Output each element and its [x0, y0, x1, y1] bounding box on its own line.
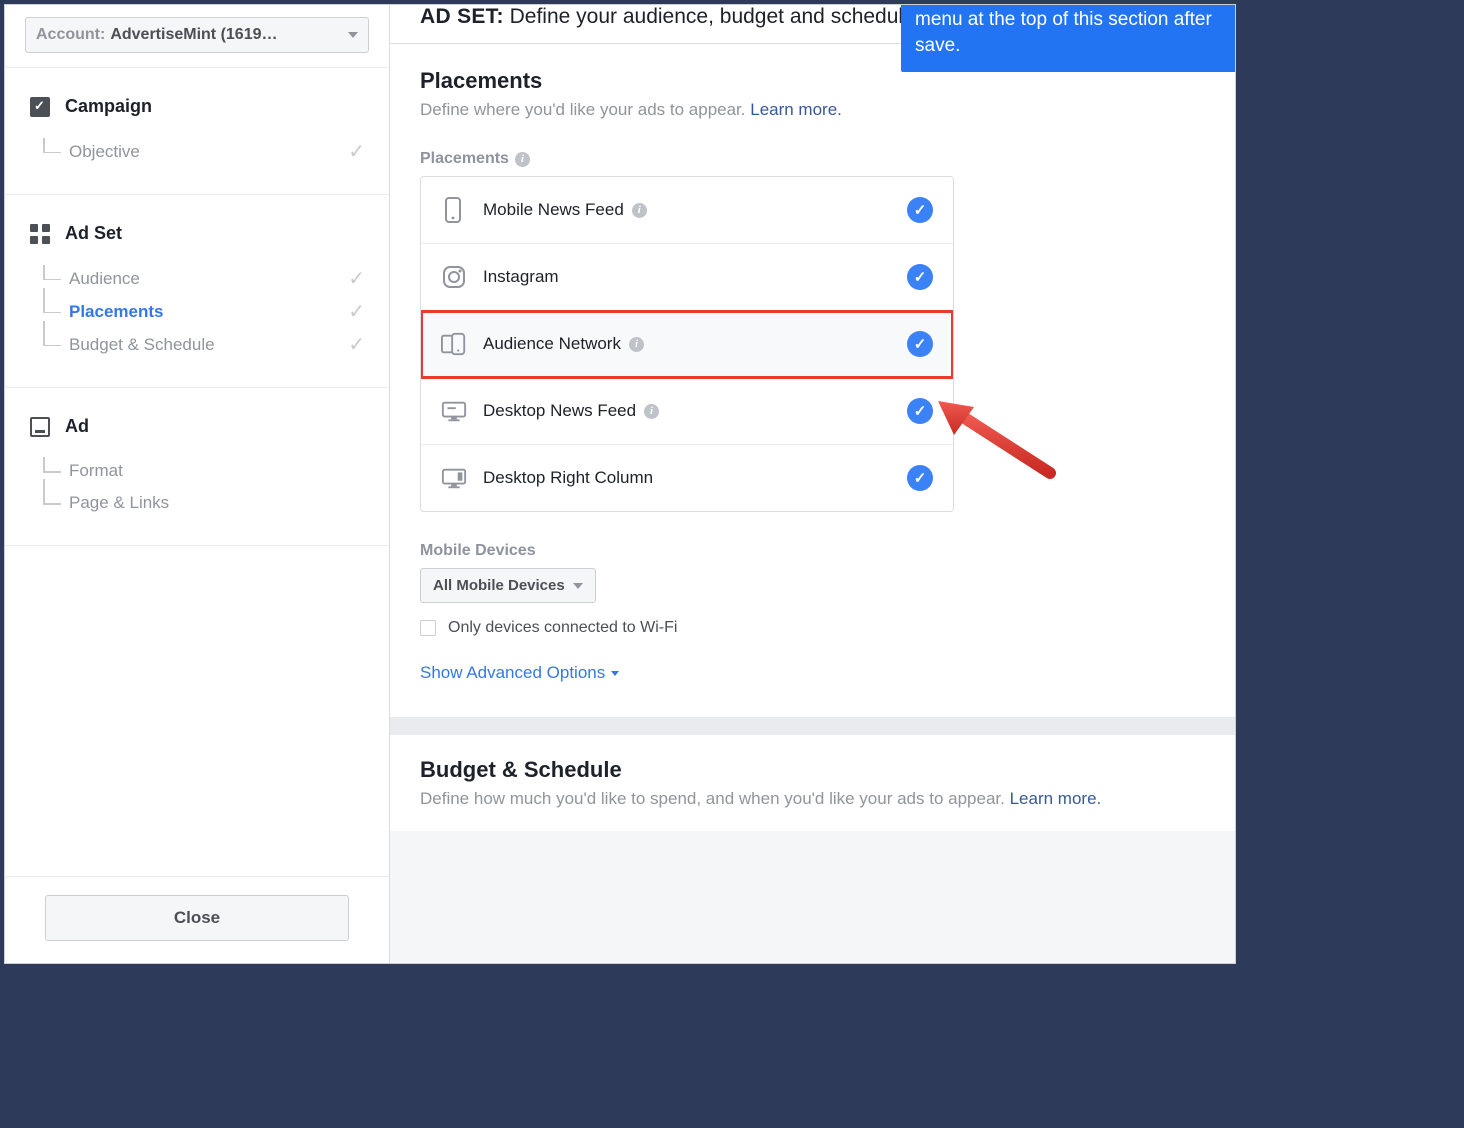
nav-item-audience[interactable]: Audience ✓	[29, 262, 365, 295]
nav-section-campaign: Campaign Objective ✓	[5, 68, 389, 195]
show-advanced-link[interactable]: Show Advanced Options	[420, 663, 619, 683]
mobile-devices-label: Mobile Devices	[420, 542, 1205, 560]
learn-more-link[interactable]: Learn more.	[750, 100, 842, 119]
placement-toggle[interactable]: ✓	[907, 398, 933, 424]
placement-row-audience-network[interactable]: Audience Networki ✓	[421, 311, 953, 378]
account-selector[interactable]: Account: AdvertiseMint (1619…	[25, 17, 369, 53]
adset-icon	[30, 224, 50, 244]
learn-more-link[interactable]: Learn more.	[1010, 789, 1102, 808]
instagram-icon	[441, 264, 467, 290]
hint-tooltip: menu at the top of this section after sa…	[901, 4, 1236, 72]
check-icon: ✓	[343, 266, 365, 291]
mobile-devices-dropdown[interactable]: All Mobile Devices	[420, 568, 596, 603]
nav-item-budget-schedule[interactable]: Budget & Schedule ✓	[29, 328, 365, 361]
nav-item-placements[interactable]: Placements ✓	[29, 295, 365, 328]
info-icon[interactable]: i	[632, 203, 647, 218]
nav-title-adset[interactable]: Ad Set	[29, 223, 365, 244]
account-value: AdvertiseMint (1619…	[110, 26, 277, 44]
placement-row-mobile-news-feed[interactable]: Mobile News Feedi ✓	[421, 177, 953, 244]
close-button[interactable]: Close	[45, 895, 349, 941]
info-icon[interactable]: i	[515, 152, 530, 167]
placement-row-desktop-right-column[interactable]: Desktop Right Column ✓	[421, 445, 953, 511]
check-icon: ✓	[343, 332, 365, 357]
nav-title-ad[interactable]: Ad	[29, 416, 365, 437]
chevron-down-icon	[573, 583, 583, 589]
placement-row-instagram[interactable]: Instagram ✓	[421, 244, 953, 311]
nav-item-objective[interactable]: Objective ✓	[29, 135, 365, 168]
campaign-icon	[30, 97, 50, 117]
ad-icon	[30, 417, 50, 437]
desktop-column-icon	[441, 465, 467, 491]
check-icon: ✓	[343, 299, 365, 324]
nav-item-format[interactable]: Format	[29, 455, 365, 487]
section-sub-budget: Define how much you'd like to spend, and…	[420, 789, 1205, 809]
placement-list: Mobile News Feedi ✓ Instagram ✓	[420, 176, 954, 512]
placement-toggle[interactable]: ✓	[907, 264, 933, 290]
account-label: Account:	[36, 26, 105, 44]
wifi-label: Only devices connected to Wi-Fi	[448, 619, 677, 637]
devices-icon	[441, 331, 467, 357]
placements-label: Placements i	[420, 150, 1205, 168]
desktop-icon	[441, 398, 467, 424]
section-sub-placements: Define where you'd like your ads to appe…	[420, 100, 1205, 120]
mobile-icon	[441, 197, 467, 223]
main-content: AD SET: Define your audience, budget and…	[390, 5, 1235, 963]
placement-toggle[interactable]: ✓	[907, 197, 933, 223]
section-title-budget: Budget & Schedule	[420, 757, 1205, 783]
nav-section-adset: Ad Set Audience ✓ Placements ✓ Budget & …	[5, 195, 389, 388]
chevron-down-icon	[611, 671, 619, 676]
sidebar: Account: AdvertiseMint (1619… Campaign O…	[5, 5, 390, 963]
nav-section-ad: Ad Format Page & Links	[5, 388, 389, 546]
placement-toggle[interactable]: ✓	[907, 331, 933, 357]
check-icon: ✓	[343, 139, 365, 164]
placement-toggle[interactable]: ✓	[907, 465, 933, 491]
chevron-down-icon	[348, 32, 358, 38]
nav-title-campaign[interactable]: Campaign	[29, 96, 365, 117]
info-icon[interactable]: i	[629, 337, 644, 352]
nav-item-page-links[interactable]: Page & Links	[29, 487, 365, 519]
info-icon[interactable]: i	[644, 404, 659, 419]
wifi-checkbox[interactable]	[420, 620, 436, 636]
placement-row-desktop-news-feed[interactable]: Desktop News Feedi ✓	[421, 378, 953, 445]
section-divider	[390, 717, 1235, 735]
